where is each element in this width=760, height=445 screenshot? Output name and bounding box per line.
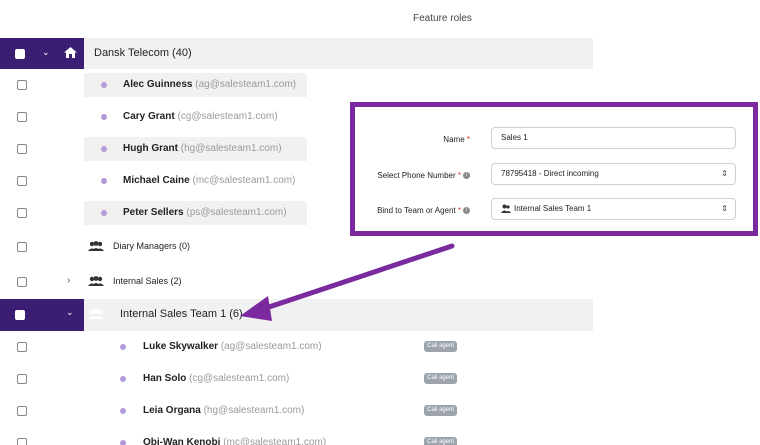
role-form-popup: Name * Sales 1 Select Phone Number * i 78… <box>350 102 758 236</box>
name-field[interactable]: Sales 1 <box>491 127 736 149</box>
select-arrows-icon: ⇕ <box>721 169 728 178</box>
name-value: Sales 1 <box>501 133 528 142</box>
info-icon: i <box>463 172 470 180</box>
select-arrows-icon: ⇕ <box>721 204 728 213</box>
bind-value: Internal Sales Team 1 <box>514 204 592 213</box>
team-icon <box>501 204 511 213</box>
name-label: Name * <box>443 135 470 144</box>
bind-team-select[interactable]: Internal Sales Team 1 ⇕ <box>491 198 736 220</box>
bind-label: Bind to Team or Agent * i <box>377 206 470 215</box>
phone-label: Select Phone Number * i <box>377 171 470 180</box>
info-icon: i <box>463 207 470 215</box>
phone-value: 78795418 - Direct incoming <box>501 169 599 178</box>
phone-number-select[interactable]: 78795418 - Direct incoming ⇕ <box>491 163 736 185</box>
